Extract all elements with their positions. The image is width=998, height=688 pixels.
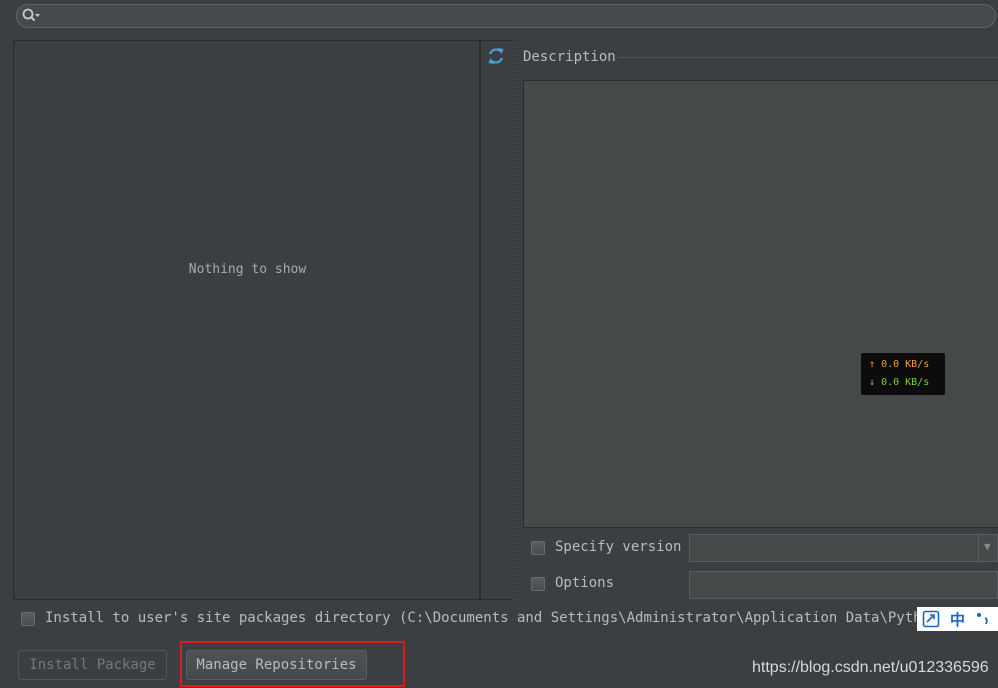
chevron-down-icon[interactable]: ▼: [984, 540, 991, 553]
version-select-divider: [978, 535, 979, 561]
user-site-checkbox[interactable]: [21, 612, 35, 626]
arrow-up-icon: ↑: [869, 359, 876, 370]
ime-chinese-toggle[interactable]: 中: [950, 609, 965, 630]
download-speed-value: 0.0 KB/s: [881, 377, 930, 388]
install-package-button[interactable]: Install Package: [18, 650, 167, 680]
panel-splitter[interactable]: [513, 40, 521, 600]
search-input[interactable]: [16, 4, 996, 28]
upload-speed: ↑ 0.0 KB/s: [869, 356, 945, 374]
description-title: Description: [523, 49, 616, 65]
options-input[interactable]: [689, 571, 998, 599]
description-divider: [618, 57, 998, 58]
watermark: https://blog.csdn.net/u012336596: [752, 659, 989, 676]
arrow-down-icon: ↓: [869, 377, 876, 388]
ime-mode-icon[interactable]: [922, 610, 940, 628]
specify-version-checkbox[interactable]: [531, 541, 545, 555]
options-checkbox[interactable]: [531, 577, 545, 591]
user-site-label: Install to user's site packages director…: [45, 610, 947, 626]
version-select[interactable]: [689, 534, 998, 562]
specify-version-label: Specify version: [555, 539, 682, 555]
description-area: [523, 80, 998, 528]
list-toolbar: [480, 40, 512, 600]
options-label: Options: [555, 575, 615, 591]
ime-punctuation-icon[interactable]: [974, 610, 992, 628]
empty-list-message: Nothing to show: [188, 262, 307, 277]
highlight-annotation: [180, 641, 405, 687]
refresh-icon[interactable]: [486, 46, 506, 66]
search-icon[interactable]: [22, 8, 40, 24]
net-speed-widget: ↑ 0.0 KB/s ↓ 0.0 KB/s: [861, 353, 945, 395]
upload-speed-value: 0.0 KB/s: [881, 359, 930, 370]
package-list[interactable]: Nothing to show: [13, 40, 480, 600]
download-speed: ↓ 0.0 KB/s: [869, 374, 945, 392]
